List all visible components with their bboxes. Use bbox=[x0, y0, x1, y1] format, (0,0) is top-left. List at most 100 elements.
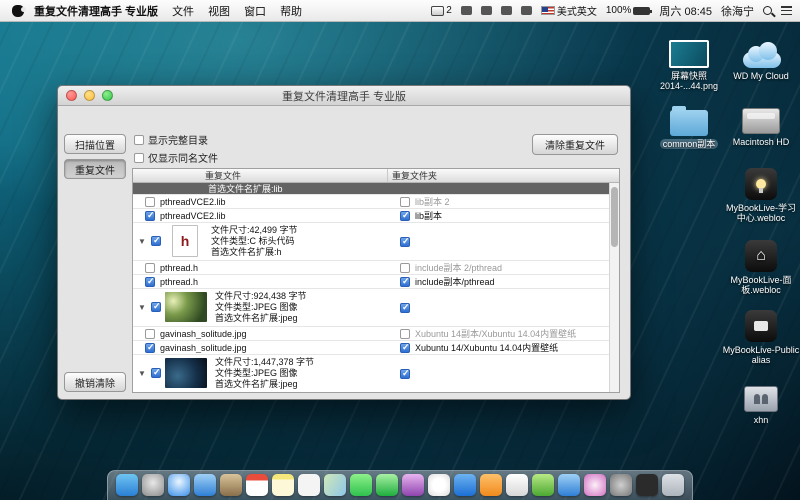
folder-checkbox[interactable] bbox=[400, 263, 410, 273]
dock-icon-notes[interactable] bbox=[272, 474, 294, 496]
show-full-path-option[interactable]: 显示完整目录 bbox=[134, 132, 218, 147]
group-checkbox[interactable] bbox=[151, 368, 161, 378]
app-menu-title[interactable]: 重复文件清理高手 专业版 bbox=[34, 3, 158, 19]
app-window: 重复文件清理高手 专业版 扫描位置 重复文件 撤销清除 显示完整目录 仅显示同名… bbox=[57, 85, 631, 400]
disclosure-triangle-icon[interactable]: ▼ bbox=[137, 369, 147, 378]
close-button[interactable] bbox=[66, 90, 77, 101]
group-header-row[interactable]: ▼ 文件尺寸:924,438 字节 文件类型:JPEG 图像 首选文件名扩展:j… bbox=[133, 289, 609, 327]
undo-clean-button[interactable]: 撤销清除 bbox=[64, 372, 126, 392]
disclosure-triangle-icon[interactable]: ▼ bbox=[137, 237, 147, 246]
apple-menu-icon[interactable] bbox=[12, 5, 24, 17]
dock-icon-numbers[interactable] bbox=[532, 474, 554, 496]
desktop-icon-label: Macintosh HD bbox=[722, 137, 800, 147]
dock-icon-keynote[interactable] bbox=[558, 474, 580, 496]
dock-icon-facetime[interactable] bbox=[376, 474, 398, 496]
dock-icon-terminal[interactable] bbox=[636, 474, 658, 496]
folder-checkbox[interactable] bbox=[400, 211, 410, 221]
file-checkbox[interactable] bbox=[145, 277, 155, 287]
menu-file[interactable]: 文件 bbox=[172, 3, 194, 19]
dock-icon-safari[interactable] bbox=[168, 474, 190, 496]
folder-checkbox[interactable] bbox=[400, 343, 410, 353]
table-row[interactable]: gavinash_solitude.jpg Xubuntu 14/Xubuntu… bbox=[133, 341, 609, 355]
disclosure-triangle-icon[interactable]: ▼ bbox=[137, 303, 147, 312]
desktop-icon-macintosh-hd[interactable]: Macintosh HD bbox=[722, 98, 800, 147]
desktop-icon-mybooklive-panel[interactable]: ⌂ MyBookLive-面板.webloc bbox=[722, 236, 800, 296]
scrollbar-thumb[interactable] bbox=[611, 187, 618, 247]
dock-icon-system-preferences[interactable] bbox=[610, 474, 632, 496]
dock-icon-reminders[interactable] bbox=[298, 474, 320, 496]
menu-view[interactable]: 视图 bbox=[208, 3, 230, 19]
dock-icon-photo-booth[interactable] bbox=[402, 474, 424, 496]
desktop-icon-label: MyBookLive-Public alias bbox=[722, 345, 800, 366]
clean-duplicates-button[interactable]: 清除重复文件 bbox=[532, 134, 618, 155]
desktop-icon-wd-my-cloud[interactable]: WD My Cloud bbox=[722, 32, 800, 81]
window-titlebar[interactable]: 重复文件清理高手 专业版 bbox=[58, 86, 630, 106]
duplicate-files-button[interactable]: 重复文件 bbox=[64, 159, 126, 179]
forest-photo-thumbnail bbox=[165, 292, 207, 322]
table-row[interactable]: pthread.h include副本 2/pthread bbox=[133, 261, 609, 275]
column-duplicate-file[interactable]: 重复文件 bbox=[133, 169, 388, 182]
dock-icon-mail[interactable] bbox=[194, 474, 216, 496]
file-checkbox[interactable] bbox=[145, 329, 155, 339]
dock-icon-calendar[interactable] bbox=[246, 474, 268, 496]
group-folder-checkbox[interactable] bbox=[400, 237, 410, 247]
table-header: 重复文件 重复文件夹 bbox=[133, 169, 619, 183]
minimize-button[interactable] bbox=[84, 90, 95, 101]
column-duplicate-folder[interactable]: 重复文件夹 bbox=[388, 169, 619, 182]
input-source-menu[interactable]: 美式英文 bbox=[541, 3, 597, 18]
notification-center-icon[interactable] bbox=[781, 6, 792, 15]
clock-menu[interactable]: 周六 08:45 bbox=[659, 3, 712, 19]
user-menu[interactable]: 徐海宁 bbox=[721, 3, 754, 19]
dock-icon-app-store[interactable] bbox=[454, 474, 476, 496]
file-checkbox[interactable] bbox=[145, 343, 155, 353]
window-count-status[interactable]: 2 bbox=[431, 5, 452, 16]
display-menu-icon[interactable] bbox=[461, 6, 472, 15]
dock-icon-launchpad[interactable] bbox=[142, 474, 164, 496]
desktop-icon-mybooklive-study[interactable]: MyBookLive-学习中心.webloc bbox=[722, 164, 800, 224]
dock-icon-iphoto[interactable] bbox=[584, 474, 606, 496]
desktop-icon-xhn[interactable]: xhn bbox=[722, 376, 800, 425]
desktop-icon-screenshot[interactable]: 屏幕快照 2014-...44.png bbox=[650, 32, 728, 92]
dock-icon-itunes[interactable] bbox=[428, 474, 450, 496]
desktop-icon-common-copy[interactable]: common副本 bbox=[650, 100, 728, 149]
menu-window[interactable]: 窗口 bbox=[244, 3, 266, 19]
folder-checkbox[interactable] bbox=[400, 329, 410, 339]
file-checkbox[interactable] bbox=[145, 263, 155, 273]
dock-icon-ibooks[interactable] bbox=[480, 474, 502, 496]
dock-icon-finder[interactable] bbox=[116, 474, 138, 496]
sync-menu-icon[interactable] bbox=[481, 6, 492, 15]
dock-icon-contacts[interactable] bbox=[220, 474, 242, 496]
table-scrollbar[interactable] bbox=[609, 183, 619, 392]
dock-icon-pages[interactable] bbox=[506, 474, 528, 496]
table-row[interactable]: gavinash_solitude.jpg Xubuntu 14副本/Xubun… bbox=[133, 327, 609, 341]
menu-help[interactable]: 帮助 bbox=[280, 3, 302, 19]
group-header-row[interactable]: ▼ h 文件尺寸:42,499 字节 文件类型:C 标头代码 首选文件名扩展:h bbox=[133, 223, 609, 261]
scan-locations-button[interactable]: 扫描位置 bbox=[64, 134, 126, 154]
show-same-name-option[interactable]: 仅显示同名文件 bbox=[134, 150, 218, 165]
airplay-menu-icon[interactable] bbox=[521, 6, 532, 15]
show-full-path-checkbox[interactable] bbox=[134, 135, 144, 145]
group-folder-checkbox[interactable] bbox=[400, 303, 410, 313]
desktop: 重复文件清理高手 专业版 文件 视图 窗口 帮助 2 美式英文 100% 周六 … bbox=[0, 0, 800, 500]
dock-icon-messages[interactable] bbox=[350, 474, 372, 496]
folder-checkbox[interactable] bbox=[400, 197, 410, 207]
table-row[interactable]: pthreadVCE2.lib lib副本 2 bbox=[133, 195, 609, 209]
folder-checkbox[interactable] bbox=[400, 277, 410, 287]
table-row[interactable]: pthreadVCE2.lib lib副本 bbox=[133, 209, 609, 223]
zoom-button[interactable] bbox=[102, 90, 113, 101]
file-checkbox[interactable] bbox=[145, 197, 155, 207]
group-header-row[interactable]: ▼ 文件尺寸:1,447,378 字节 文件类型:JPEG 图像 首选文件名扩展… bbox=[133, 355, 609, 392]
table-row[interactable]: pthread.h include副本/pthread bbox=[133, 275, 609, 289]
group-folder-checkbox[interactable] bbox=[400, 369, 410, 379]
file-checkbox[interactable] bbox=[145, 211, 155, 221]
show-same-name-checkbox[interactable] bbox=[134, 153, 144, 163]
battery-menu[interactable]: 100% bbox=[606, 5, 651, 16]
desktop-icon-label: common副本 bbox=[660, 139, 719, 149]
dock-icon-maps[interactable] bbox=[324, 474, 346, 496]
group-checkbox[interactable] bbox=[151, 302, 161, 312]
dock-icon-trash[interactable] bbox=[662, 474, 684, 496]
group-checkbox[interactable] bbox=[151, 236, 161, 246]
desktop-icon-mybooklive-public[interactable]: MyBookLive-Public alias bbox=[722, 306, 800, 366]
bluetooth-menu-icon[interactable] bbox=[501, 6, 512, 15]
spotlight-icon[interactable] bbox=[763, 6, 772, 15]
